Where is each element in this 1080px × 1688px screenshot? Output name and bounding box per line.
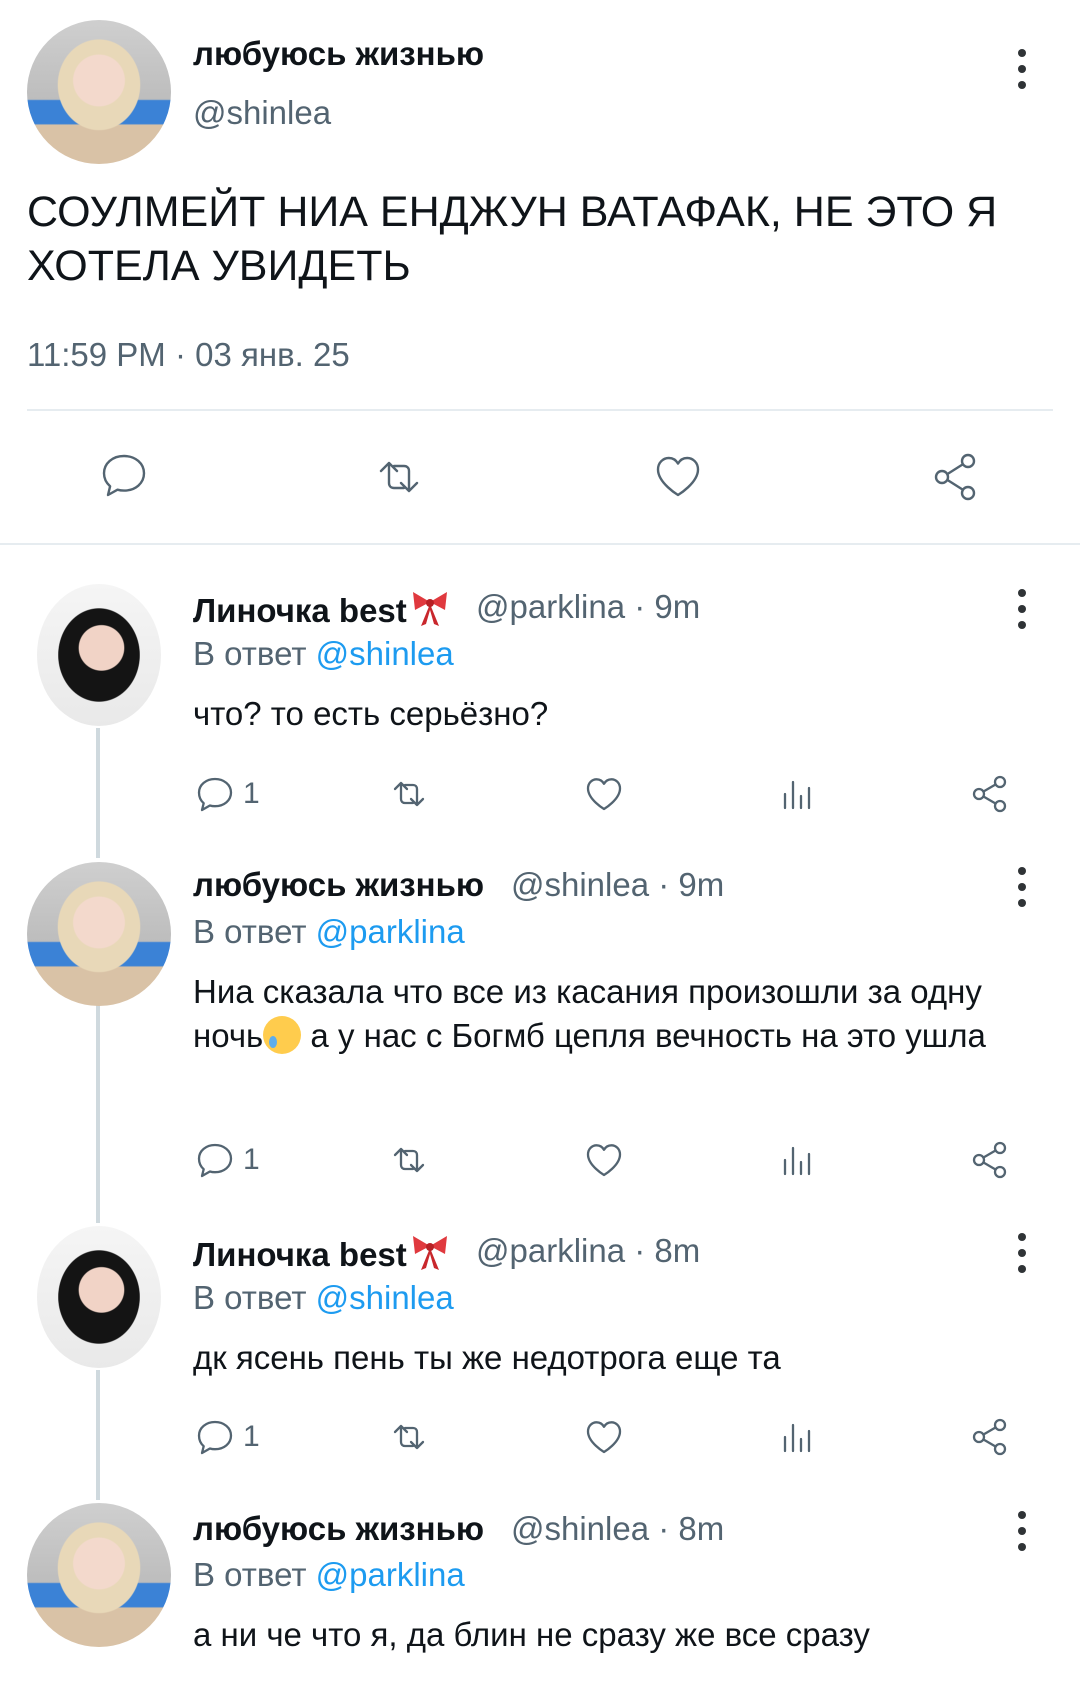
reply-meta: @shinlea · 8m <box>511 1510 725 1547</box>
avatar[interactable] <box>37 1226 161 1368</box>
avatar[interactable] <box>37 584 161 726</box>
reply-author-name[interactable]: Линочка best <box>193 1232 451 1274</box>
avatar[interactable] <box>27 20 171 164</box>
thread-line <box>96 728 100 858</box>
reply-icon <box>197 1420 233 1455</box>
like-icon[interactable] <box>582 1415 626 1459</box>
share-icon[interactable] <box>968 1138 1012 1182</box>
reply-count: 1 <box>243 777 260 810</box>
reply-icon <box>197 777 233 812</box>
reply-action[interactable]: 1 <box>193 1138 260 1182</box>
reply-to-line: В ответ @parklina <box>193 1556 465 1593</box>
reply-text: Ниа сказала что все из касания произошли… <box>193 973 986 1054</box>
smiling-face-with-tear-icon <box>263 1016 302 1054</box>
reply-text: что? то есть серьёзно? <box>193 695 549 732</box>
ribbon-icon <box>409 588 451 628</box>
reply-icon[interactable] <box>96 447 152 503</box>
like-icon[interactable] <box>650 449 706 505</box>
reply-action[interactable]: 1 <box>193 772 260 816</box>
reply-action[interactable]: 1 <box>193 1415 260 1459</box>
thread-line <box>96 1370 100 1500</box>
more-options-icon[interactable] <box>1012 589 1032 629</box>
divider <box>27 409 1053 411</box>
avatar[interactable] <box>27 1503 171 1647</box>
reply-icon <box>197 1143 233 1178</box>
retweet-icon[interactable] <box>387 1415 431 1459</box>
mention-link[interactable]: @shinlea <box>316 1279 454 1316</box>
retweet-icon[interactable] <box>387 1138 431 1182</box>
views-icon[interactable] <box>777 1415 821 1459</box>
mention-link[interactable]: @shinlea <box>316 635 454 672</box>
reply-to-line: В ответ @parklina <box>193 913 465 950</box>
reply-author-name[interactable]: Линочка best <box>193 588 451 630</box>
author-handle[interactable]: @shinlea <box>193 94 331 132</box>
like-icon[interactable] <box>582 772 626 816</box>
retweet-icon[interactable] <box>387 772 431 816</box>
reply-count: 1 <box>243 1143 260 1176</box>
views-icon[interactable] <box>777 772 821 816</box>
avatar[interactable] <box>27 862 171 1006</box>
share-icon[interactable] <box>928 449 984 505</box>
divider <box>0 543 1080 545</box>
reply-meta: @shinlea · 9m <box>511 866 725 903</box>
author-name[interactable]: любуюсь жизнью <box>193 35 484 73</box>
ribbon-icon <box>409 1232 451 1272</box>
more-options-icon[interactable] <box>1012 49 1032 89</box>
reply-meta: @parklina · 9m <box>476 588 701 625</box>
reply-text: а ни че что я, да блин не сразу же все с… <box>193 1616 870 1653</box>
reply-to-line: В ответ @shinlea <box>193 1279 454 1316</box>
reply-count: 1 <box>243 1420 260 1453</box>
mention-link[interactable]: @parklina <box>316 1556 465 1593</box>
reply-to-line: В ответ @shinlea <box>193 635 454 672</box>
more-options-icon[interactable] <box>1012 867 1032 907</box>
share-icon[interactable] <box>968 1415 1012 1459</box>
reply-meta: @parklina · 8m <box>476 1232 701 1269</box>
retweet-icon[interactable] <box>371 449 427 505</box>
reply-text: дк ясень пень ты же недотрога еще та <box>193 1339 781 1376</box>
more-options-icon[interactable] <box>1012 1233 1032 1273</box>
reply-author-name[interactable]: любуюсь жизнью <box>193 1510 484 1548</box>
reply-author-name[interactable]: любуюсь жизнью <box>193 866 484 904</box>
more-options-icon[interactable] <box>1012 1511 1032 1551</box>
like-icon[interactable] <box>582 1138 626 1182</box>
mention-link[interactable]: @parklina <box>316 913 465 950</box>
tweet-text: СОУЛМЕЙТ НИА ЕНДЖУН ВАТАФАК, НЕ ЭТО Я ХО… <box>27 188 998 290</box>
share-icon[interactable] <box>968 772 1012 816</box>
thread-line <box>96 1005 100 1223</box>
views-icon[interactable] <box>777 1138 821 1182</box>
tweet-timestamp: 11:59 PM · 03 янв. 25 <box>27 336 350 373</box>
